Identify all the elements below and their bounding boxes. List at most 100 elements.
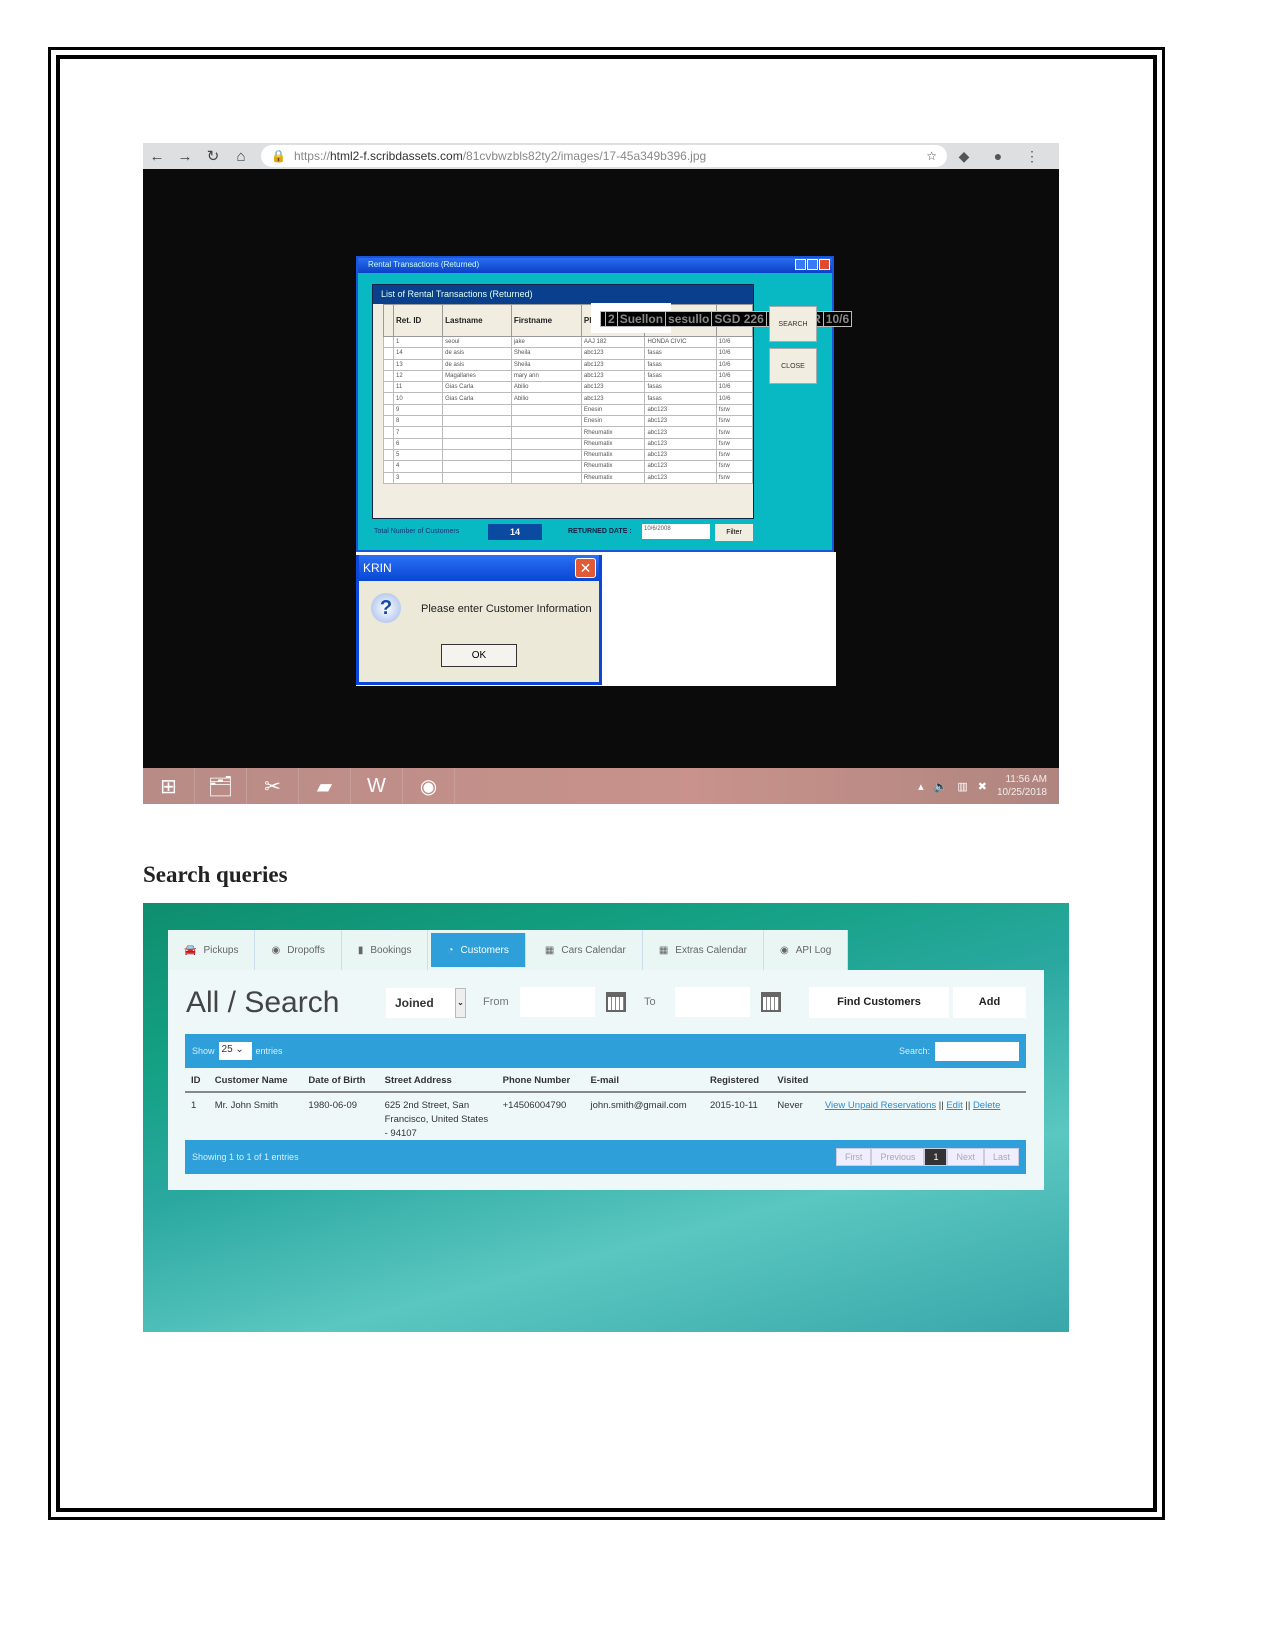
column-header[interactable]: Lastname	[442, 304, 512, 337]
security-icon[interactable]: ✖	[978, 780, 987, 793]
minimize-button[interactable]	[795, 259, 806, 270]
row-selector[interactable]	[383, 358, 394, 371]
edit-link[interactable]: Edit	[946, 1100, 962, 1111]
table-row[interactable]: 5 Rheumatix abc123 fsrw	[383, 448, 754, 462]
table-row[interactable]: 14 de asis Sheila abc123 fasas 10/6	[383, 347, 754, 360]
page-size-select[interactable]: 25 ⌄	[218, 1042, 252, 1060]
table-row[interactable]: 9 Enesin abc123 fsrw	[383, 403, 754, 417]
row-selector[interactable]	[383, 471, 394, 484]
close-form-button[interactable]: CLOSE	[769, 348, 817, 384]
address-bar[interactable]: 🔒 https://html2-f.scribdassets.com/81cvb…	[261, 145, 947, 167]
clock[interactable]: 11:56 AM 10/25/2018	[997, 773, 1047, 799]
start-icon[interactable]: ⊞	[143, 768, 195, 804]
page-size-value: 25	[221, 1044, 233, 1055]
table-cell: abc123	[644, 403, 717, 417]
table-row[interactable]: 8 Enesin abc123 fsrw	[383, 415, 754, 428]
row-selector[interactable]	[383, 347, 394, 360]
tab-customers[interactable]: ◔ Customers	[431, 933, 526, 967]
column-header[interactable]: Ret. ID	[392, 304, 444, 337]
tab-pickups[interactable]: 🚘 Pickups	[168, 930, 256, 970]
next-page-button[interactable]: Next	[947, 1148, 984, 1166]
row-selector[interactable]	[383, 460, 394, 473]
word-icon[interactable]: W	[351, 768, 403, 804]
row-selector-header	[383, 304, 394, 337]
row-selector[interactable]	[383, 448, 394, 462]
home-icon[interactable]: ⌂	[227, 148, 255, 165]
table-row[interactable]: 1 seoul jake AAJ 182 HONDA CIVIC 10/6	[383, 335, 754, 349]
row-selector[interactable]	[383, 437, 394, 450]
table-row[interactable]: 3 Rheumatix abc123 fsrw	[383, 471, 754, 484]
calendar-icon[interactable]	[761, 992, 781, 1012]
previous-page-button[interactable]: Previous	[871, 1148, 925, 1166]
tab-cars-calendar[interactable]: ▦ Cars Calendar	[529, 930, 643, 970]
table-row[interactable]: 13 de asis Sheila abc123 fasas 10/6	[383, 358, 754, 371]
column-header[interactable]: Firstname	[510, 304, 582, 337]
column-header[interactable]: ID	[185, 1070, 209, 1093]
search-button[interactable]: SEARCH	[769, 306, 817, 342]
row-selector[interactable]	[383, 369, 394, 383]
table-row[interactable]: 6 Rheumatix abc123 fsrw	[383, 437, 754, 450]
forward-icon[interactable]: →	[171, 148, 199, 165]
star-icon[interactable]: ☆	[926, 149, 937, 163]
chrome-icon[interactable]: ◉	[403, 768, 455, 804]
search-input[interactable]	[935, 1041, 1019, 1061]
table-cell: fsrw	[715, 415, 754, 428]
row-selector[interactable]	[383, 381, 394, 394]
extension-icon[interactable]: ◆	[947, 148, 981, 165]
column-header[interactable]: Phone Number	[496, 1070, 585, 1093]
column-header[interactable]: E-mail	[584, 1070, 704, 1093]
calendar-icon[interactable]	[606, 992, 626, 1012]
from-date-input[interactable]	[520, 987, 595, 1017]
add-button[interactable]: Add	[953, 987, 1026, 1018]
table-cell: abc123	[644, 471, 717, 484]
tab-api-log[interactable]: ◉ API Log	[764, 930, 849, 970]
table-row[interactable]: 10 Gias Carla Abilio abc123 fasas 10/6	[383, 392, 754, 405]
column-header[interactable]: Visited	[771, 1070, 819, 1093]
row-selector[interactable]	[383, 335, 394, 349]
column-header[interactable]: Registered	[703, 1070, 772, 1093]
maximize-button[interactable]	[807, 259, 818, 270]
tab-bookings[interactable]: ▮ Bookings	[342, 930, 429, 970]
filter-button[interactable]: Filter	[715, 524, 753, 541]
row-selector[interactable]	[383, 415, 394, 428]
menu-icon[interactable]: ⋮	[1015, 148, 1049, 165]
back-icon[interactable]: ←	[143, 148, 171, 165]
row-selector[interactable]	[383, 426, 394, 439]
notes-icon[interactable]: ▰	[299, 768, 351, 804]
tray-up-icon[interactable]: ▴	[918, 780, 924, 793]
tab-extras-calendar[interactable]: ▦ Extras Calendar	[643, 930, 764, 970]
close-button[interactable]	[819, 259, 830, 270]
volume-icon[interactable]: 🔈	[934, 780, 948, 793]
table-row[interactable]: 11 Gias Carla Abilio abc123 fasas 10/6	[383, 381, 754, 394]
table-row[interactable]: 2SuellonsesulloSGD 226RANGER10/6	[591, 303, 853, 333]
current-page-button[interactable]: 1	[924, 1148, 948, 1166]
row-selector[interactable]	[383, 392, 394, 405]
first-page-button[interactable]: First	[835, 1148, 872, 1166]
table-row[interactable]: 12 Magallanes mary ann abc123 fasas 10/6	[383, 369, 754, 383]
ok-button[interactable]: OK	[441, 644, 517, 667]
reload-icon[interactable]: ↻	[199, 147, 227, 165]
find-customers-button[interactable]: Find Customers	[809, 987, 949, 1018]
filter-select[interactable]: Joined ⌄	[386, 988, 466, 1018]
file-explorer-icon[interactable]: 🗂	[195, 768, 247, 804]
table-cell: fasas	[644, 369, 717, 383]
table-row[interactable]: 4 Rheumatix abc123 fsrw	[383, 460, 754, 473]
table-cell: fsrw	[715, 471, 754, 484]
to-date-input[interactable]	[675, 987, 750, 1017]
network-icon[interactable]: ▥	[957, 780, 967, 793]
snipping-tool-icon[interactable]: ✂	[247, 768, 299, 804]
profile-icon[interactable]: ●	[981, 148, 1015, 164]
table-row[interactable]: 7 Rheumatix abc123 fsrw	[383, 426, 754, 439]
column-header[interactable]: Customer Name	[208, 1070, 303, 1093]
last-page-button[interactable]: Last	[983, 1148, 1019, 1166]
column-header[interactable]	[818, 1070, 1026, 1093]
delete-link[interactable]: Delete	[973, 1100, 1000, 1111]
column-header[interactable]: Street Address	[378, 1070, 497, 1093]
view-unpaid-reservations-link[interactable]: View Unpaid Reservations	[825, 1100, 936, 1111]
row-selector[interactable]	[383, 403, 394, 417]
column-header[interactable]: Date of Birth	[302, 1070, 379, 1093]
dialog-close-button[interactable]: ✕	[575, 558, 596, 578]
tab-dropoffs[interactable]: ◉ Dropoffs	[255, 930, 342, 970]
returned-date-picker[interactable]: 10/6/2008	[642, 524, 710, 539]
tab-label: Dropoffs	[287, 944, 325, 956]
